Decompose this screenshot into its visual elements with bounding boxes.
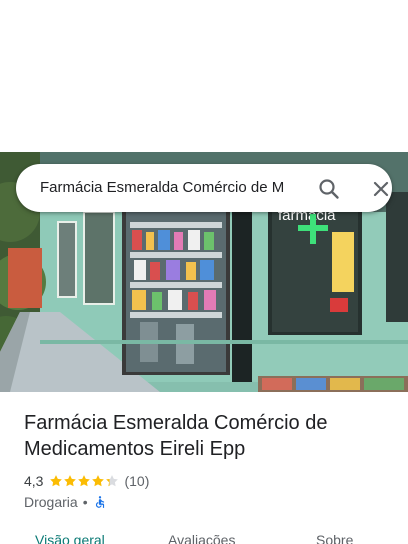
search-bar[interactable]: Farmácia Esmeralda Comércio de M [16, 164, 392, 212]
review-count[interactable]: (10) [124, 473, 149, 489]
category-row: Drogaria • [24, 493, 107, 511]
close-icon[interactable] [368, 176, 394, 202]
search-icon[interactable] [316, 176, 342, 202]
place-category: Drogaria [24, 494, 78, 510]
star-icon [77, 474, 91, 488]
place-tabs: Visão geral Avaliações Sobre [0, 530, 408, 544]
star-icon [105, 474, 119, 488]
tab-about[interactable]: Sobre [316, 532, 353, 544]
map-blank-area [0, 0, 408, 152]
place-info-panel: Farmácia Esmeralda Comércio de Medicamen… [0, 392, 408, 544]
star-icon [91, 474, 105, 488]
tab-reviews[interactable]: Avaliações [168, 532, 235, 544]
rating-stars [49, 474, 119, 488]
rating-row[interactable]: 4,3 (10) [24, 472, 149, 490]
place-title: Farmácia Esmeralda Comércio de Medicamen… [24, 412, 328, 460]
search-input[interactable]: Farmácia Esmeralda Comércio de M [40, 164, 286, 212]
wheelchair-icon [93, 495, 107, 509]
separator-dot: • [82, 494, 88, 510]
star-icon [63, 474, 77, 488]
tab-overview[interactable]: Visão geral [35, 532, 105, 544]
rating-value: 4,3 [24, 473, 44, 489]
star-icon [49, 474, 63, 488]
